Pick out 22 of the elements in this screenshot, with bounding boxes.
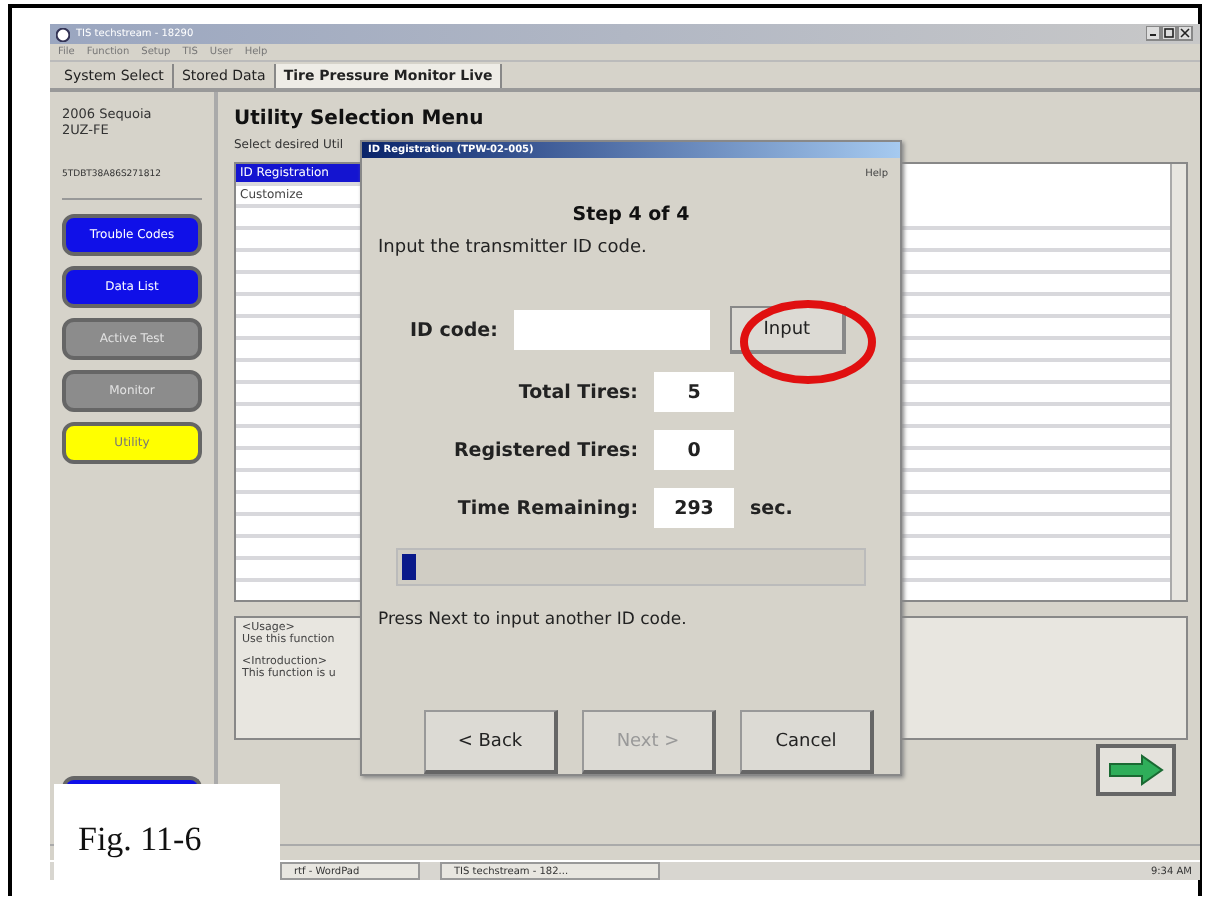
arrow-icon — [1108, 754, 1164, 786]
dialog-button[interactable]: < Back — [424, 710, 558, 774]
field-label: Time Remaining: — [455, 497, 638, 520]
next-arrow-button[interactable] — [1096, 744, 1176, 796]
id-code-field[interactable] — [513, 310, 710, 351]
field-label: Total Tires: — [516, 381, 638, 404]
hint-text: Press Next to input another ID code. — [378, 610, 689, 630]
field-value: 5 — [654, 372, 734, 413]
field-value: 0 — [654, 430, 734, 471]
menu-title: Utility Selection Menu — [234, 108, 486, 130]
window-controls-icon[interactable] — [1146, 26, 1194, 42]
unit-label: sec. — [750, 497, 793, 520]
instruction-text: Input the transmitter ID code. — [378, 238, 649, 259]
figure-caption: Fig. 11-6 — [78, 820, 202, 860]
dialog-button[interactable]: Cancel — [740, 710, 874, 774]
field-label: Registered Tires: — [451, 439, 638, 462]
scrollbar[interactable] — [1170, 164, 1186, 600]
app-icon — [56, 27, 70, 41]
highlight-ellipse — [738, 298, 878, 386]
id-code-label: ID code: — [410, 319, 498, 342]
field-value: 293 — [654, 488, 734, 529]
step-text: Step 4 of 4 — [570, 204, 692, 227]
